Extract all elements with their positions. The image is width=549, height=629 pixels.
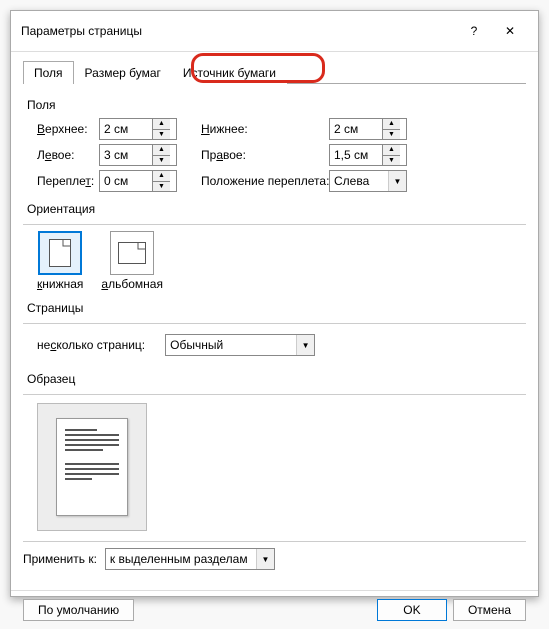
dialog-content: Поля Размер бумаг Источник бумаги Поля В… bbox=[11, 52, 538, 590]
gutter-label: Переплет: bbox=[37, 174, 99, 188]
bottom-margin-spinner[interactable]: ▲▼ bbox=[329, 118, 407, 140]
titlebar: Параметры страницы ? ✕ bbox=[11, 11, 538, 52]
top-margin-input[interactable] bbox=[100, 119, 152, 139]
spin-down-icon[interactable]: ▼ bbox=[153, 156, 170, 166]
help-button[interactable]: ? bbox=[456, 19, 492, 43]
spin-up-icon[interactable]: ▲ bbox=[383, 119, 400, 130]
landscape-page-icon bbox=[118, 242, 146, 264]
help-icon: ? bbox=[471, 24, 478, 38]
tab-paper-size[interactable]: Размер бумаг bbox=[74, 61, 172, 84]
orientation-landscape-button[interactable] bbox=[110, 231, 154, 275]
gutter-spinner[interactable]: ▲▼ bbox=[99, 170, 177, 192]
dialog-title: Параметры страницы bbox=[21, 24, 456, 38]
right-margin-input[interactable] bbox=[330, 145, 382, 165]
default-button[interactable]: По умолчанию bbox=[23, 599, 134, 621]
apply-to-value: к выделенным разделам bbox=[106, 552, 256, 566]
left-margin-spinner[interactable]: ▲▼ bbox=[99, 144, 177, 166]
tab-paper-source[interactable]: Источник бумаги bbox=[172, 61, 287, 84]
close-icon: ✕ bbox=[505, 24, 515, 38]
spin-down-icon[interactable]: ▼ bbox=[383, 130, 400, 140]
spin-down-icon[interactable]: ▼ bbox=[153, 182, 170, 192]
right-margin-label: Правое: bbox=[201, 148, 329, 162]
gutter-position-label: Положение переплета: bbox=[201, 174, 329, 188]
spin-up-icon[interactable]: ▲ bbox=[153, 119, 170, 130]
margins-grid: Верхнее: ▲▼ Нижнее: ▲▼ Левое: ▲▼ Правое:… bbox=[37, 118, 526, 192]
multiple-pages-label: несколько страниц: bbox=[37, 338, 145, 352]
preview-section-label: Образец bbox=[27, 372, 526, 386]
orientation-row: книжная альбомная bbox=[37, 231, 526, 291]
portrait-page-icon bbox=[49, 239, 71, 267]
chevron-down-icon[interactable]: ▼ bbox=[256, 549, 274, 569]
ok-button[interactable]: OK bbox=[377, 599, 447, 621]
left-margin-label: Левое: bbox=[37, 148, 99, 162]
button-row: По умолчанию OK Отмена bbox=[11, 590, 538, 629]
divider bbox=[23, 541, 526, 542]
margins-section-label: Поля bbox=[27, 98, 526, 112]
left-margin-input[interactable] bbox=[100, 145, 152, 165]
gutter-position-select[interactable]: Слева▼ bbox=[329, 170, 407, 192]
apply-to-select[interactable]: к выделенным разделам▼ bbox=[105, 548, 275, 570]
bottom-margin-input[interactable] bbox=[330, 119, 382, 139]
top-margin-spinner[interactable]: ▲▼ bbox=[99, 118, 177, 140]
multiple-pages-select[interactable]: Обычный▼ bbox=[165, 334, 315, 356]
preview-box bbox=[37, 403, 147, 531]
preview-page-icon bbox=[56, 418, 128, 516]
chevron-down-icon[interactable]: ▼ bbox=[388, 171, 406, 191]
multiple-pages-value: Обычный bbox=[166, 338, 296, 352]
spin-down-icon[interactable]: ▼ bbox=[383, 156, 400, 166]
orientation-section-label: Ориентация bbox=[27, 202, 526, 216]
page-setup-dialog: Параметры страницы ? ✕ Поля Размер бумаг… bbox=[10, 10, 539, 597]
pages-section-label: Страницы bbox=[27, 301, 526, 315]
tab-margins[interactable]: Поля bbox=[23, 61, 74, 84]
top-margin-label: Верхнее: bbox=[37, 122, 99, 136]
bottom-margin-label: Нижнее: bbox=[201, 122, 329, 136]
chevron-down-icon[interactable]: ▼ bbox=[296, 335, 314, 355]
landscape-label: альбомная bbox=[101, 277, 163, 291]
spin-down-icon[interactable]: ▼ bbox=[153, 130, 170, 140]
tab-strip: Поля Размер бумаг Источник бумаги bbox=[23, 60, 526, 84]
cancel-button[interactable]: Отмена bbox=[453, 599, 526, 621]
spin-up-icon[interactable]: ▲ bbox=[153, 171, 170, 182]
orientation-portrait-button[interactable] bbox=[38, 231, 82, 275]
close-button[interactable]: ✕ bbox=[492, 19, 528, 43]
portrait-label: книжная bbox=[37, 277, 83, 291]
apply-to-label: Применить к: bbox=[23, 552, 97, 566]
divider bbox=[23, 323, 526, 324]
gutter-input[interactable] bbox=[100, 171, 152, 191]
spin-up-icon[interactable]: ▲ bbox=[383, 145, 400, 156]
gutter-position-value: Слева bbox=[330, 174, 388, 188]
right-margin-spinner[interactable]: ▲▼ bbox=[329, 144, 407, 166]
divider bbox=[23, 224, 526, 225]
spin-up-icon[interactable]: ▲ bbox=[153, 145, 170, 156]
divider bbox=[23, 394, 526, 395]
